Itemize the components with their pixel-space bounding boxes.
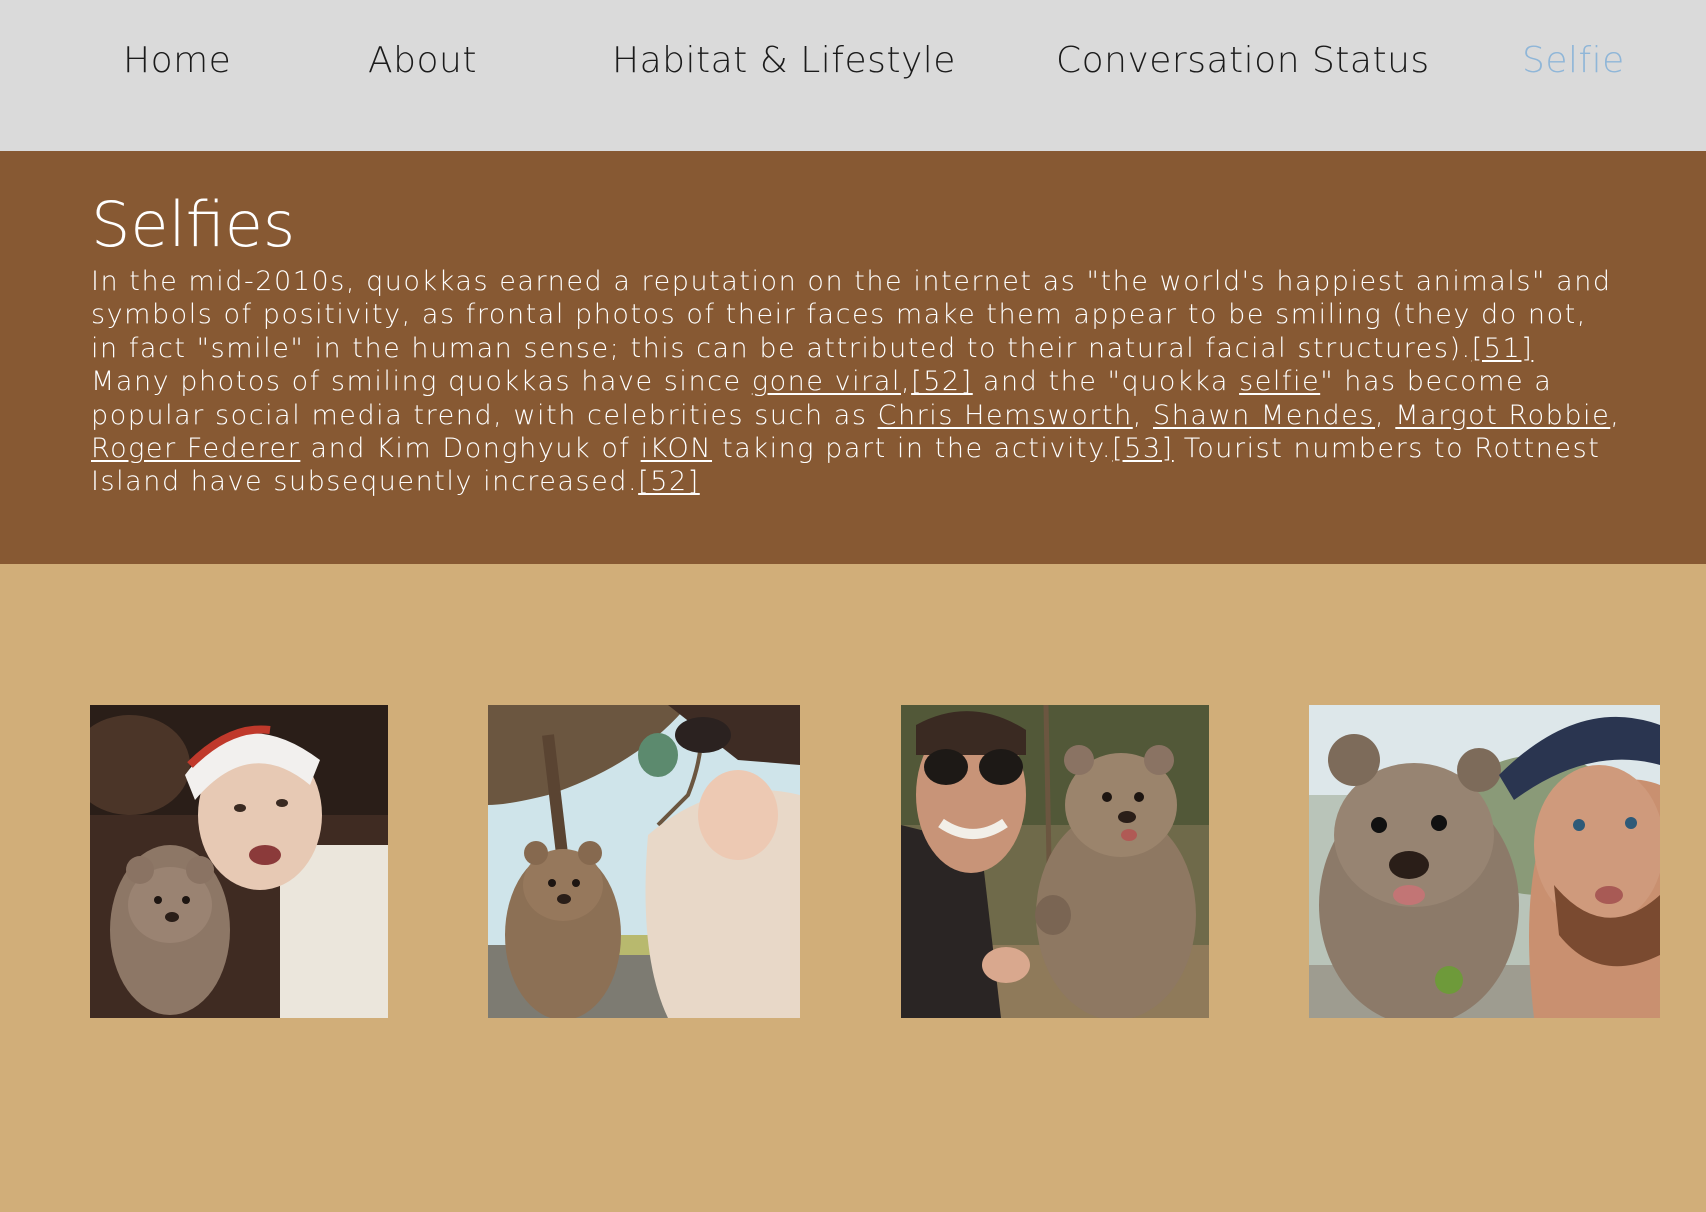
ref-51-link[interactable]: [51] <box>1472 333 1534 364</box>
nav-conversation-status-link[interactable]: Conversation Status <box>1056 40 1430 81</box>
nav-home-link[interactable]: Home <box>123 40 231 81</box>
shawn-mendes-link[interactable]: Shawn Mendes <box>1153 400 1375 431</box>
section-paragraph: In the mid-2010s, quokkas earned a reput… <box>91 265 1621 499</box>
para-text: and Kim Donghyuk of <box>300 433 641 465</box>
section-title: Selfies <box>91 188 296 261</box>
nav-habitat-link[interactable]: Habitat & Lifestyle <box>612 40 956 81</box>
roger-federer-link[interactable]: Roger Federer <box>91 433 300 464</box>
chris-hemsworth-link[interactable]: Chris Hemsworth <box>878 400 1133 431</box>
ref-53-link[interactable]: [53] <box>1112 433 1174 464</box>
selfie-photo-3 <box>901 705 1209 1018</box>
gone-viral-link[interactable]: gone viral <box>752 366 901 397</box>
margot-robbie-link[interactable]: Margot Robbie <box>1395 400 1610 431</box>
ref-52-link[interactable]: [52] <box>638 466 700 497</box>
quokka-selfie-image <box>488 705 800 1018</box>
para-text: taking part in the activity. <box>712 433 1113 465</box>
top-navigation: Home About Habitat & Lifestyle Conversat… <box>0 0 1706 151</box>
nav-about-link[interactable]: About <box>368 40 477 81</box>
para-text: , <box>1610 399 1621 431</box>
quokka-selfie-image <box>1309 705 1660 1018</box>
selfie-photo-1 <box>90 705 388 1018</box>
ikon-link[interactable]: iKON <box>641 433 712 464</box>
para-text: In the mid-2010s, quokkas earned a reput… <box>91 266 1612 364</box>
para-text: , <box>1132 399 1154 431</box>
nav-selfie-link[interactable]: Selfie <box>1522 40 1625 81</box>
ref-52-link[interactable]: [52] <box>911 366 973 397</box>
para-text: Many photos of smiling quokkas have sinc… <box>91 366 752 398</box>
selfie-photo-2 <box>488 705 800 1018</box>
quokka-selfie-image <box>901 705 1209 1018</box>
selfie-link[interactable]: selfie <box>1239 366 1320 397</box>
selfie-photo-4 <box>1309 705 1660 1018</box>
selfies-section: Selfies In the mid-2010s, quokkas earned… <box>0 151 1706 564</box>
para-text: , <box>1375 399 1396 431</box>
quokka-selfie-image <box>90 705 388 1018</box>
para-text: , <box>900 366 912 398</box>
para-text: and the "quokka <box>972 366 1240 398</box>
